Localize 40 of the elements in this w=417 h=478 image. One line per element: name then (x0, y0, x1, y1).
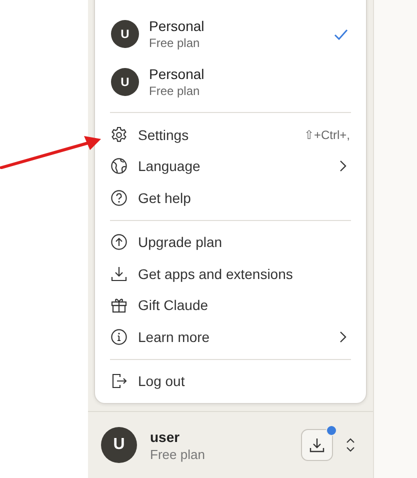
account-item[interactable]: U Personal Free plan (95, 10, 366, 58)
menu-item[interactable]: Upgrade plan (95, 226, 366, 258)
menu-label: Learn more (138, 328, 211, 345)
arrow-up-circle-icon (110, 233, 128, 252)
plan-label: Free plan (149, 84, 201, 98)
menu-item[interactable]: Gift Claude (95, 290, 366, 321)
download-icon (110, 264, 128, 283)
plan-label: Free plan (149, 36, 201, 50)
menu-label: Language (138, 158, 202, 174)
menu-item[interactable]: Get apps and extensions (95, 258, 366, 290)
gift-icon (110, 296, 128, 314)
menu-item[interactable]: Learn more (95, 321, 366, 352)
chevron-up-down-icon[interactable] (346, 437, 355, 453)
settings-icon (110, 126, 128, 144)
user-name: user (150, 428, 181, 444)
avatar: U (111, 68, 139, 96)
chevron-right-icon (339, 160, 347, 172)
plan-label: Free plan (150, 446, 206, 462)
avatar: U (111, 20, 139, 48)
info-icon (110, 328, 128, 346)
menu-item[interactable]: Settings ⇧+Ctrl+, (95, 119, 366, 150)
menu-item[interactable]: Get help (95, 182, 366, 214)
logout-icon (110, 372, 128, 390)
chevron-right-icon (339, 330, 347, 343)
menu-label: Log out (138, 373, 186, 390)
download-icon (308, 436, 326, 454)
menu-item[interactable]: Language (95, 150, 366, 182)
help-icon (110, 188, 128, 207)
account-name: Personal (149, 18, 206, 34)
account-item[interactable]: U Personal Free plan (95, 58, 366, 106)
menu-item[interactable]: Log out (95, 366, 366, 397)
menu-label: Settings (138, 126, 190, 143)
account-name: Personal (149, 66, 206, 82)
shortcut-label: ⇧+Ctrl+, (304, 128, 350, 142)
menu-label: Get help (138, 190, 192, 206)
menu-label: Upgrade plan (138, 234, 224, 250)
globe-icon (110, 157, 128, 176)
menu-label: Gift Claude (138, 297, 210, 314)
menu-label: Get apps and extensions (138, 266, 294, 282)
avatar: U (101, 427, 137, 463)
